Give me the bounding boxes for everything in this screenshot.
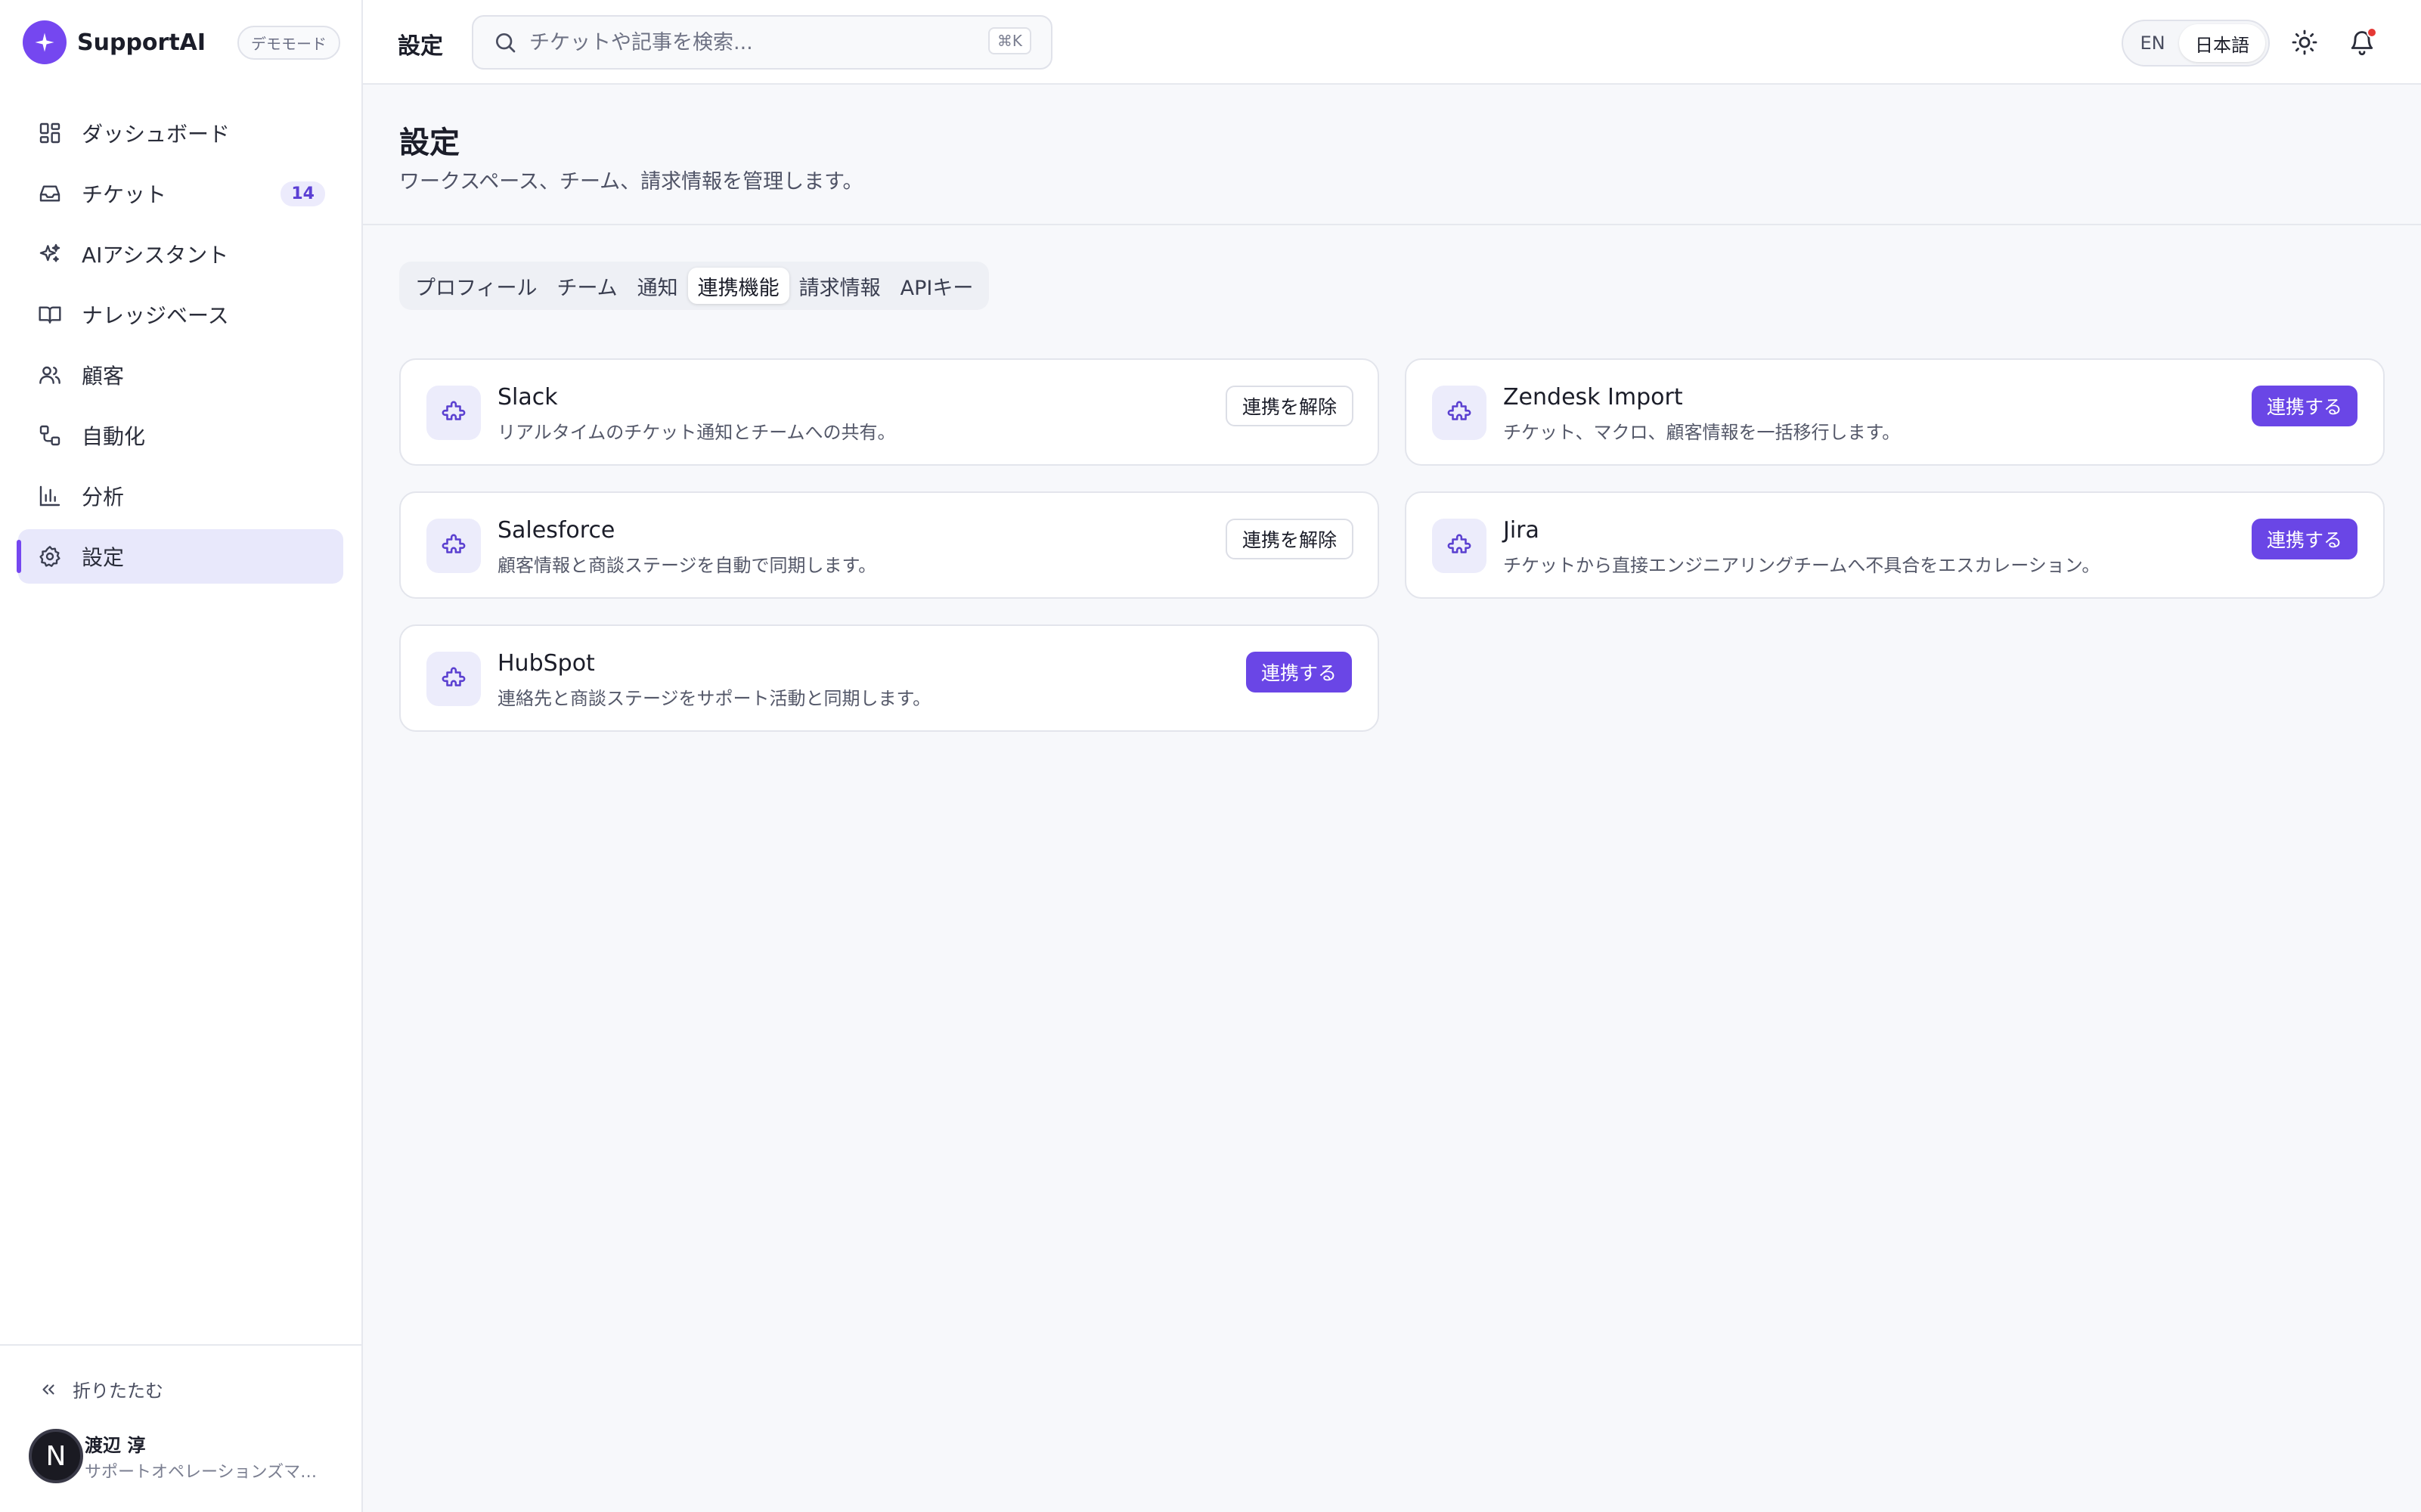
sidebar-item-label: 顧客 bbox=[82, 364, 125, 389]
user-info: 渡辺 淳 サポートオペレーションズマネージャー bbox=[85, 1430, 327, 1483]
sidebar-item-ai-assistant[interactable]: AIアシスタント bbox=[18, 227, 343, 281]
integration-description: リアルタイムのチケット通知とチームへの共有。 bbox=[498, 422, 896, 443]
disconnect-button[interactable]: 連携を解除 bbox=[1225, 519, 1353, 559]
app-root: SupportAI デモモード ダッシュボード チケット 14 AIアシスタント… bbox=[0, 0, 2421, 1512]
page-subtitle: ワークスペース、チーム、請求情報を管理します。 bbox=[399, 170, 863, 194]
sparkles-icon bbox=[36, 240, 64, 268]
header-title: 設定 bbox=[398, 33, 443, 60]
sidebar-item-knowledge-base[interactable]: ナレッジベース bbox=[18, 287, 343, 342]
sidebar-item-automation[interactable]: 自動化 bbox=[18, 408, 343, 463]
integration-name: HubSpot bbox=[498, 650, 595, 677]
puzzle-icon bbox=[426, 386, 481, 440]
page-title: 設定 bbox=[399, 125, 460, 160]
demo-mode-badge: デモモード bbox=[237, 25, 340, 60]
integration-name: Salesforce bbox=[498, 517, 615, 544]
dashboard-icon bbox=[36, 119, 64, 147]
book-icon bbox=[36, 301, 64, 328]
workflow-icon bbox=[36, 422, 64, 449]
bar-chart-icon bbox=[36, 482, 64, 510]
brand: SupportAI デモモード bbox=[23, 20, 340, 64]
sidebar-item-analytics[interactable]: 分析 bbox=[18, 469, 343, 523]
users-icon bbox=[36, 361, 64, 389]
sidebar-item-settings[interactable]: 設定 bbox=[17, 529, 343, 584]
integration-name: Zendesk Import bbox=[1503, 384, 1683, 411]
integration-card-jira: Jira チケットから直接エンジニアリングチームへ不具合をエスカレーション。 連… bbox=[1405, 491, 2385, 599]
sidebar-nav: ダッシュボード チケット 14 AIアシスタント ナレッジベース 顧客 自動化 … bbox=[17, 106, 343, 590]
sidebar-item-label: ダッシュボード bbox=[82, 122, 231, 147]
integration-description: チケットから直接エンジニアリングチームへ不具合をエスカレーション。 bbox=[1503, 555, 2100, 576]
sidebar-footer: 折りたたむ N 渡辺 淳 サポートオペレーションズマネージャー bbox=[0, 1344, 363, 1512]
connect-button[interactable]: 連携する bbox=[2251, 519, 2357, 559]
search-icon bbox=[493, 30, 517, 54]
tab-billing[interactable]: 請求情報 bbox=[789, 268, 891, 304]
sidebar-item-customers[interactable]: 顧客 bbox=[18, 348, 343, 402]
bell-icon[interactable] bbox=[2347, 27, 2377, 57]
integration-description: 顧客情報と商談ステージを自動で同期します。 bbox=[498, 555, 877, 576]
settings-tabs: プロフィール チーム 通知 連携機能 請求情報 APIキー bbox=[399, 262, 990, 310]
user-role: サポートオペレーションズマネージャー bbox=[85, 1462, 327, 1482]
sidebar: SupportAI デモモード ダッシュボード チケット 14 AIアシスタント… bbox=[0, 0, 363, 1512]
user-profile[interactable]: N 渡辺 淳 サポートオペレーションズマネージャー bbox=[29, 1429, 346, 1483]
integration-card-hubspot: HubSpot 連絡先と商談ステージをサポート活動と同期します。 連携する bbox=[399, 624, 1379, 732]
avatar: N bbox=[29, 1429, 83, 1483]
sun-icon[interactable] bbox=[2289, 27, 2320, 57]
sparkle-logo-icon[interactable] bbox=[23, 20, 67, 64]
notification-dot bbox=[2367, 27, 2377, 38]
sidebar-item-tickets[interactable]: チケット 14 bbox=[18, 166, 343, 221]
puzzle-icon bbox=[426, 519, 481, 573]
collapse-sidebar-button[interactable]: 折りたたむ bbox=[38, 1376, 163, 1402]
sidebar-item-label: チケット bbox=[82, 182, 167, 207]
integration-card-salesforce: Salesforce 顧客情報と商談ステージを自動で同期します。 連携を解除 bbox=[399, 491, 1379, 599]
search-input[interactable] bbox=[529, 30, 953, 54]
tab-profile[interactable]: プロフィール bbox=[405, 268, 547, 304]
integration-name: Jira bbox=[1503, 517, 1539, 544]
puzzle-icon bbox=[1432, 519, 1486, 573]
page-header: 設定 ワークスペース、チーム、請求情報を管理します。 bbox=[363, 86, 2421, 225]
puzzle-icon bbox=[426, 652, 481, 706]
integration-card-zendesk: Zendesk Import チケット、マクロ、顧客情報を一括移行します。 連携… bbox=[1405, 358, 2385, 466]
integration-name: Slack bbox=[498, 384, 558, 411]
language-toggle: EN 日本語 bbox=[2122, 20, 2270, 67]
tab-team[interactable]: チーム bbox=[547, 268, 627, 304]
search-shortcut: ⌘K bbox=[987, 27, 1031, 54]
sidebar-item-label: 自動化 bbox=[82, 424, 146, 449]
connect-button[interactable]: 連携する bbox=[1245, 652, 1352, 692]
top-header: 設定 ⌘K EN 日本語 bbox=[363, 0, 2421, 85]
user-name: 渡辺 淳 bbox=[85, 1434, 146, 1456]
sidebar-item-label: 分析 bbox=[82, 485, 125, 510]
lang-en-button[interactable]: EN bbox=[2126, 24, 2179, 62]
integration-card-slack: Slack リアルタイムのチケット通知とチームへの共有。 連携を解除 bbox=[399, 358, 1379, 466]
sidebar-item-label: ナレッジベース bbox=[82, 303, 229, 328]
connect-button[interactable]: 連携する bbox=[2251, 386, 2357, 426]
disconnect-button[interactable]: 連携を解除 bbox=[1225, 386, 1353, 426]
integration-description: チケット、マクロ、顧客情報を一括移行します。 bbox=[1503, 422, 1901, 443]
gear-icon bbox=[36, 543, 64, 570]
brand-name: SupportAI bbox=[77, 29, 206, 56]
chevrons-left-icon bbox=[38, 1379, 59, 1400]
tab-integrations[interactable]: 連携機能 bbox=[687, 268, 789, 304]
tab-notifications[interactable]: 通知 bbox=[628, 268, 688, 304]
inbox-icon bbox=[36, 180, 64, 207]
search-box[interactable]: ⌘K bbox=[472, 15, 1052, 70]
collapse-label: 折りたたむ bbox=[73, 1380, 163, 1402]
sidebar-item-dashboard[interactable]: ダッシュボード bbox=[18, 106, 343, 160]
integration-description: 連絡先と商談ステージをサポート活動と同期します。 bbox=[498, 688, 932, 709]
tab-api-keys[interactable]: APIキー bbox=[891, 268, 984, 304]
ticket-count-badge: 14 bbox=[281, 181, 325, 206]
lang-ja-button[interactable]: 日本語 bbox=[2179, 24, 2265, 62]
sidebar-item-label: AIアシスタント bbox=[82, 243, 229, 268]
sidebar-item-label: 設定 bbox=[82, 545, 125, 570]
puzzle-icon bbox=[1432, 386, 1486, 440]
